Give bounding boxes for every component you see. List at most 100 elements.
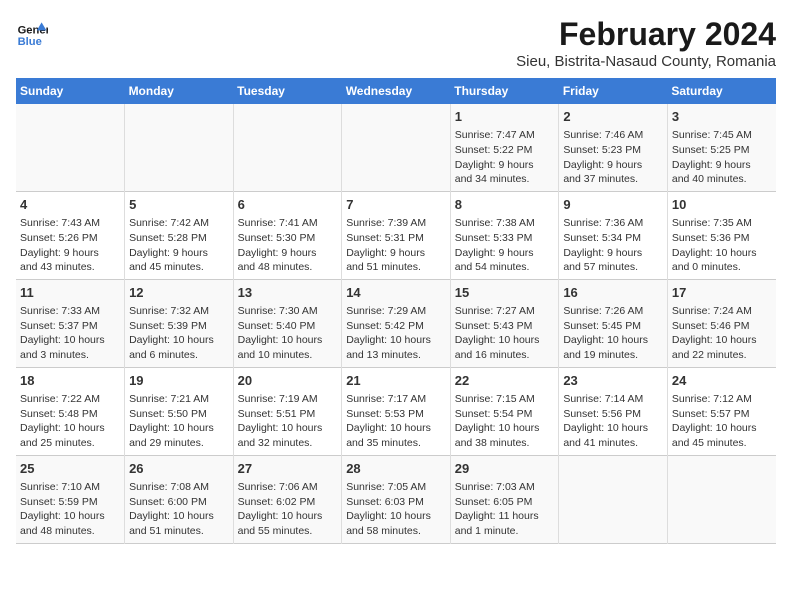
calendar-cell: 3 Sunrise: 7:45 AM Sunset: 5:25 PM Daylig… [667, 104, 776, 191]
day-content: Sunrise: 7:22 AM Sunset: 5:48 PM Dayligh… [20, 392, 120, 451]
day-content: Sunrise: 7:47 AM Sunset: 5:22 PM Dayligh… [455, 128, 555, 187]
day-content: Sunrise: 7:35 AM Sunset: 5:36 PM Dayligh… [672, 216, 772, 275]
day-content: Sunrise: 7:29 AM Sunset: 5:42 PM Dayligh… [346, 304, 446, 363]
day-number: 18 [20, 372, 120, 390]
day-number: 11 [20, 284, 120, 302]
calendar-cell: 28Sunrise: 7:05 AM Sunset: 6:03 PM Dayli… [342, 455, 451, 543]
day-content: Sunrise: 7:06 AM Sunset: 6:02 PM Dayligh… [238, 480, 338, 539]
day-number: 3 [672, 108, 772, 126]
calendar-cell: 16 Sunrise: 7:26 AM Sunset: 5:45 PM Dayli… [559, 279, 668, 367]
day-number: 7 [346, 196, 446, 214]
day-number: 19 [129, 372, 229, 390]
day-header-sunday: Sunday [16, 78, 125, 104]
calendar-cell: 22Sunrise: 7:15 AM Sunset: 5:54 PM Dayli… [450, 367, 559, 455]
day-number: 6 [238, 196, 338, 214]
day-header-saturday: Saturday [667, 78, 776, 104]
calendar-header-row: SundayMondayTuesdayWednesdayThursdayFrid… [16, 78, 776, 104]
day-number: 23 [563, 372, 663, 390]
calendar-cell [125, 104, 234, 191]
calendar-week-5: 25 Sunrise: 7:10 AM Sunset: 5:59 PM Dayli… [16, 455, 776, 543]
page-title: February 2024 [516, 16, 776, 53]
calendar-cell [342, 104, 451, 191]
day-number: 2 [563, 108, 663, 126]
calendar-cell: 21 Sunrise: 7:17 AM Sunset: 5:53 PM Dayli… [342, 367, 451, 455]
calendar-week-4: 18 Sunrise: 7:22 AM Sunset: 5:48 PM Dayli… [16, 367, 776, 455]
calendar-cell: 4 Sunrise: 7:43 AM Sunset: 5:26 PM Daylig… [16, 191, 125, 279]
day-content: Sunrise: 7:12 AM Sunset: 5:57 PM Dayligh… [672, 392, 772, 451]
day-number: 16 [563, 284, 663, 302]
day-content: Sunrise: 7:32 AM Sunset: 5:39 PM Dayligh… [129, 304, 229, 363]
day-number: 17 [672, 284, 772, 302]
day-content: Sunrise: 7:39 AM Sunset: 5:31 PM Dayligh… [346, 216, 446, 275]
day-number: 1 [455, 108, 555, 126]
day-header-tuesday: Tuesday [233, 78, 342, 104]
day-number: 27 [238, 460, 338, 478]
calendar-cell: 15Sunrise: 7:27 AM Sunset: 5:43 PM Dayli… [450, 279, 559, 367]
calendar-cell: 7 Sunrise: 7:39 AM Sunset: 5:31 PM Daylig… [342, 191, 451, 279]
day-content: Sunrise: 7:08 AM Sunset: 6:00 PM Dayligh… [129, 480, 229, 539]
day-number: 24 [672, 372, 772, 390]
day-content: Sunrise: 7:45 AM Sunset: 5:25 PM Dayligh… [672, 128, 772, 187]
page-header: General Blue February 2024 Sieu, Bistrit… [16, 16, 776, 70]
day-header-monday: Monday [125, 78, 234, 104]
calendar-cell: 10 Sunrise: 7:35 AM Sunset: 5:36 PM Dayli… [667, 191, 776, 279]
day-number: 9 [563, 196, 663, 214]
day-header-wednesday: Wednesday [342, 78, 451, 104]
day-number: 21 [346, 372, 446, 390]
day-content: Sunrise: 7:46 AM Sunset: 5:23 PM Dayligh… [563, 128, 663, 187]
day-header-thursday: Thursday [450, 78, 559, 104]
day-number: 29 [455, 460, 555, 478]
calendar-cell: 20Sunrise: 7:19 AM Sunset: 5:51 PM Dayli… [233, 367, 342, 455]
day-content: Sunrise: 7:26 AM Sunset: 5:45 PM Dayligh… [563, 304, 663, 363]
day-number: 25 [20, 460, 120, 478]
day-content: Sunrise: 7:03 AM Sunset: 6:05 PM Dayligh… [455, 480, 555, 539]
calendar-cell: 29 Sunrise: 7:03 AM Sunset: 6:05 PM Dayli… [450, 455, 559, 543]
day-content: Sunrise: 7:33 AM Sunset: 5:37 PM Dayligh… [20, 304, 120, 363]
calendar-cell: 27 Sunrise: 7:06 AM Sunset: 6:02 PM Dayli… [233, 455, 342, 543]
calendar-cell: 24 Sunrise: 7:12 AM Sunset: 5:57 PM Dayli… [667, 367, 776, 455]
day-content: Sunrise: 7:41 AM Sunset: 5:30 PM Dayligh… [238, 216, 338, 275]
calendar-cell: 18 Sunrise: 7:22 AM Sunset: 5:48 PM Dayli… [16, 367, 125, 455]
calendar-table: SundayMondayTuesdayWednesdayThursdayFrid… [16, 78, 776, 544]
calendar-cell: 13Sunrise: 7:30 AM Sunset: 5:40 PM Dayli… [233, 279, 342, 367]
title-block: February 2024 Sieu, Bistrita-Nasaud Coun… [516, 16, 776, 70]
calendar-cell: 19 Sunrise: 7:21 AM Sunset: 5:50 PM Dayli… [125, 367, 234, 455]
calendar-week-2: 4 Sunrise: 7:43 AM Sunset: 5:26 PM Daylig… [16, 191, 776, 279]
day-number: 14 [346, 284, 446, 302]
day-number: 12 [129, 284, 229, 302]
day-number: 4 [20, 196, 120, 214]
day-content: Sunrise: 7:14 AM Sunset: 5:56 PM Dayligh… [563, 392, 663, 451]
day-content: Sunrise: 7:38 AM Sunset: 5:33 PM Dayligh… [455, 216, 555, 275]
day-content: Sunrise: 7:24 AM Sunset: 5:46 PM Dayligh… [672, 304, 772, 363]
calendar-cell: 8 Sunrise: 7:38 AM Sunset: 5:33 PM Daylig… [450, 191, 559, 279]
day-content: Sunrise: 7:17 AM Sunset: 5:53 PM Dayligh… [346, 392, 446, 451]
day-content: Sunrise: 7:10 AM Sunset: 5:59 PM Dayligh… [20, 480, 120, 539]
day-content: Sunrise: 7:05 AM Sunset: 6:03 PM Dayligh… [346, 480, 446, 539]
day-number: 8 [455, 196, 555, 214]
day-header-friday: Friday [559, 78, 668, 104]
calendar-cell: 2 Sunrise: 7:46 AM Sunset: 5:23 PM Daylig… [559, 104, 668, 191]
calendar-cell: 9Sunrise: 7:36 AM Sunset: 5:34 PM Daylig… [559, 191, 668, 279]
svg-text:Blue: Blue [18, 36, 42, 48]
calendar-cell: 1 Sunrise: 7:47 AM Sunset: 5:22 PM Daylig… [450, 104, 559, 191]
calendar-cell: 11 Sunrise: 7:33 AM Sunset: 5:37 PM Dayli… [16, 279, 125, 367]
calendar-cell [667, 455, 776, 543]
logo: General Blue [16, 16, 48, 48]
day-number: 13 [238, 284, 338, 302]
calendar-cell: 17 Sunrise: 7:24 AM Sunset: 5:46 PM Dayli… [667, 279, 776, 367]
calendar-cell: 12 Sunrise: 7:32 AM Sunset: 5:39 PM Dayli… [125, 279, 234, 367]
calendar-cell: 6 Sunrise: 7:41 AM Sunset: 5:30 PM Daylig… [233, 191, 342, 279]
calendar-cell: 23 Sunrise: 7:14 AM Sunset: 5:56 PM Dayli… [559, 367, 668, 455]
day-number: 26 [129, 460, 229, 478]
day-number: 10 [672, 196, 772, 214]
calendar-cell [233, 104, 342, 191]
logo-icon: General Blue [16, 16, 48, 48]
calendar-cell: 14 Sunrise: 7:29 AM Sunset: 5:42 PM Dayli… [342, 279, 451, 367]
calendar-cell [559, 455, 668, 543]
day-content: Sunrise: 7:43 AM Sunset: 5:26 PM Dayligh… [20, 216, 120, 275]
day-number: 20 [238, 372, 338, 390]
day-content: Sunrise: 7:15 AM Sunset: 5:54 PM Dayligh… [455, 392, 555, 451]
calendar-week-1: 1 Sunrise: 7:47 AM Sunset: 5:22 PM Daylig… [16, 104, 776, 191]
calendar-cell: 5Sunrise: 7:42 AM Sunset: 5:28 PM Daylig… [125, 191, 234, 279]
day-content: Sunrise: 7:21 AM Sunset: 5:50 PM Dayligh… [129, 392, 229, 451]
